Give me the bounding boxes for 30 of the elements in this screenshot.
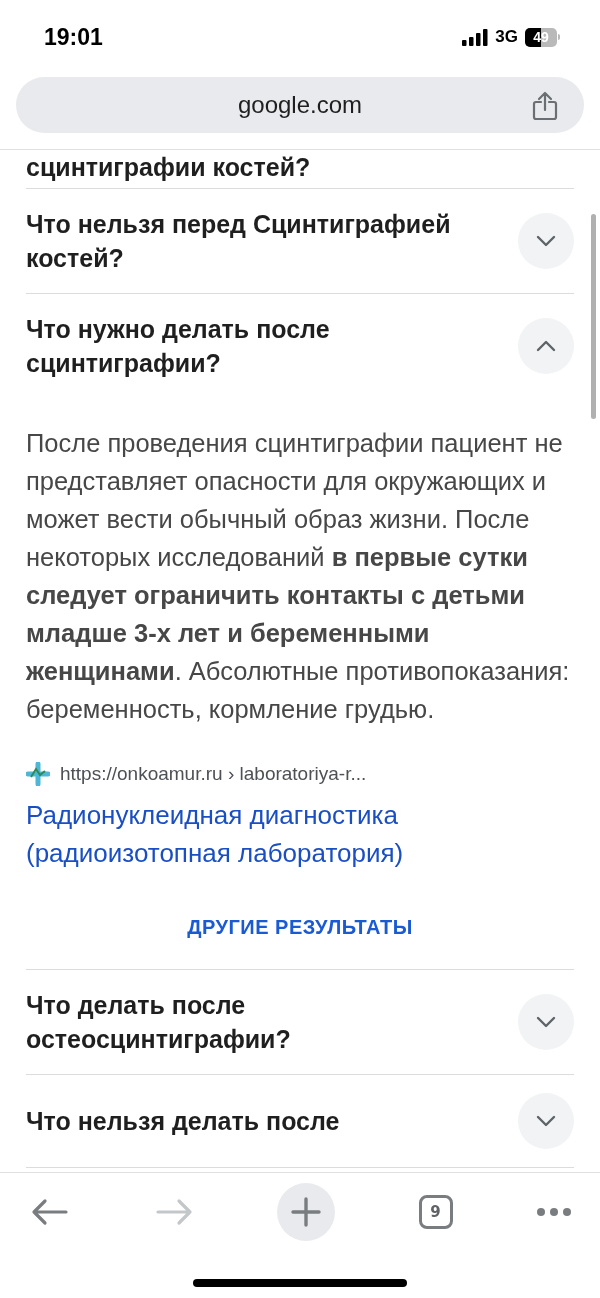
tab-count-button[interactable]: 9 [418,1195,453,1229]
share-icon[interactable] [532,91,558,121]
collapse-button[interactable] [518,318,574,374]
source-url: https://onkoamur.ru › laboratoriya-r... [60,763,367,785]
address-bar[interactable]: google.com [16,77,584,133]
answer-text: После проведения сцинтиграфии пациент не представляет опасности для окружающих и может вести обычный образ жизни. После некоторых исследований в первые сутки следует ограничить контакты с детьми младше 3-х лет и беременными женщинами. Абсолютные противопоказания: беременность, кормление грудью. [26,428,571,725]
expand-button[interactable] [518,1093,574,1149]
network-label: 3G [495,27,518,47]
more-menu-button[interactable] [536,1207,572,1217]
battery-icon: 49 [525,27,560,47]
chevron-up-icon [535,339,557,353]
question-text[interactable]: сцинтиграфии костей? [26,150,311,184]
question-text[interactable]: Что нельзя перед Сцинтиграфией костей? [26,207,496,275]
chevron-down-icon [535,234,557,248]
back-button[interactable] [30,1197,70,1227]
back-arrow-icon [30,1197,70,1227]
site-icon [26,762,50,786]
more-icon [536,1207,572,1217]
more-results-link[interactable]: ДРУГИЕ РЕЗУЛЬТАТЫ [26,888,574,969]
expand-button[interactable] [518,994,574,1050]
question-text[interactable]: Что нужно делать после сцинтиграфии? [26,312,496,380]
chevron-down-icon [535,1015,557,1029]
plus-icon [291,1197,321,1227]
clock-time: 19:01 [44,23,103,51]
signal-icon [462,28,489,46]
expand-button[interactable] [518,213,574,269]
question-text[interactable]: Что нельзя делать после [26,1104,340,1138]
result-link[interactable]: Радионуклеидная диагностика (радиоизотопная лаборатория) [26,796,574,872]
question-text[interactable]: Что делать после остеосцинтиграфии? [26,988,496,1056]
chevron-down-icon [535,1114,557,1128]
